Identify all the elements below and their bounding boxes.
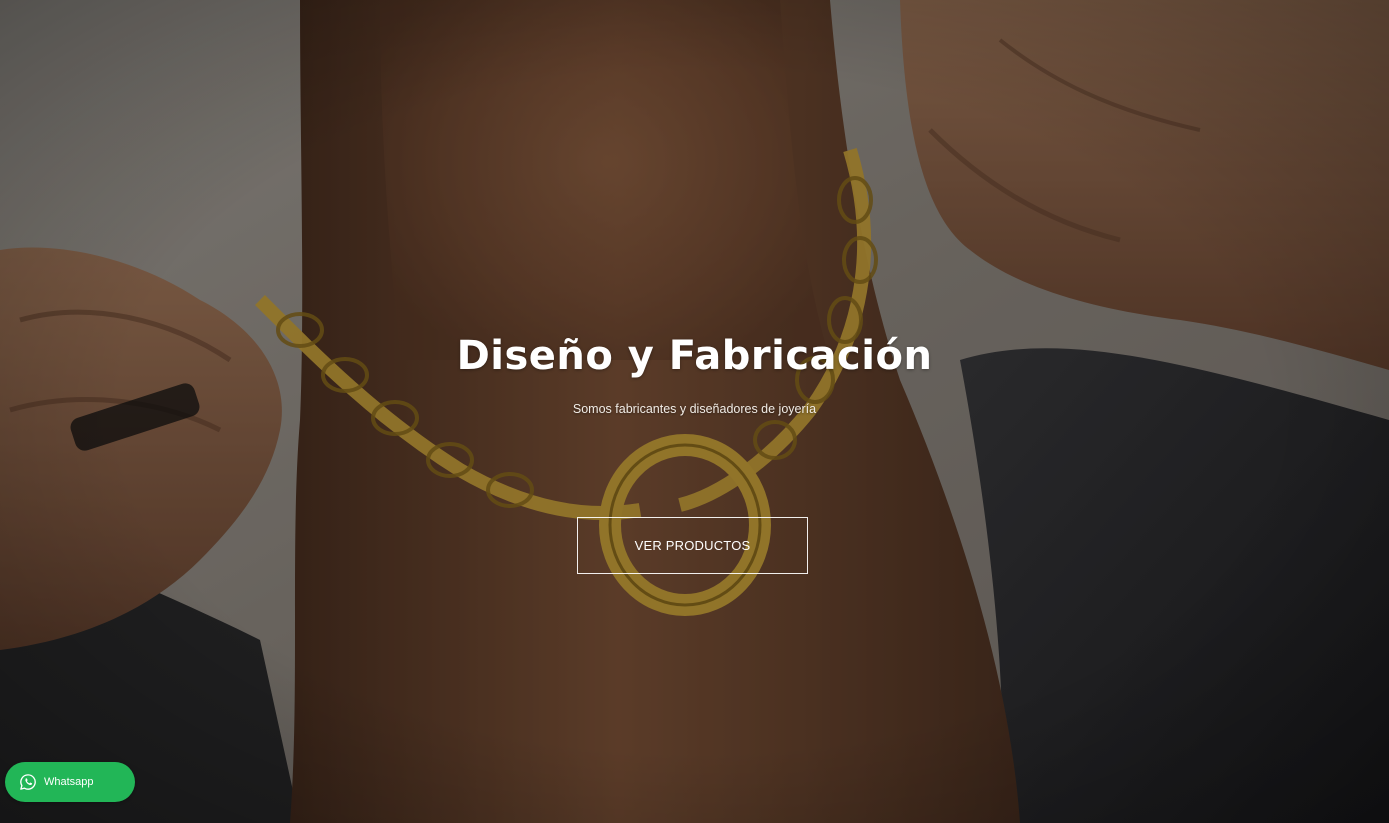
hero-subtitle: Somos fabricantes y diseñadores de joyer… [572, 402, 817, 416]
hero-content: Diseño y Fabricación Somos fabricantes y… [0, 328, 1389, 418]
view-products-button[interactable]: VER PRODUCTOS [577, 517, 808, 574]
whatsapp-label: Whatsapp [44, 776, 94, 788]
view-products-label: VER PRODUCTOS [634, 538, 751, 553]
whatsapp-button[interactable]: Whatsapp [5, 762, 135, 802]
whatsapp-icon [19, 773, 37, 791]
hero-section: Diseño y Fabricación Somos fabricantes y… [0, 0, 1389, 823]
hero-title: Diseño y Fabricación [456, 333, 933, 379]
